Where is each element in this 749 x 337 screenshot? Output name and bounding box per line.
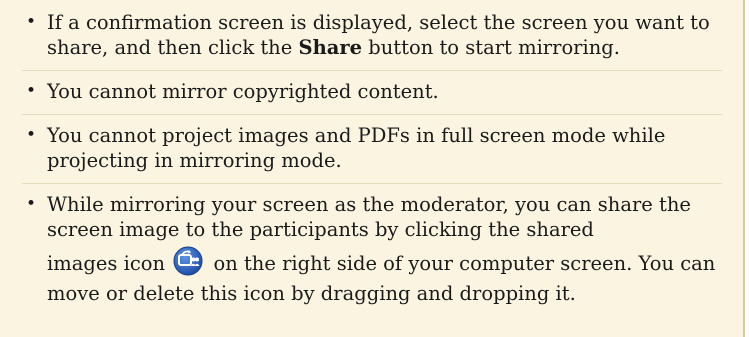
note-list: • If a confirmation screen is displayed,… — [22, 10, 722, 315]
note-text: You cannot mirror copyrighted content. — [47, 80, 439, 103]
list-item: • While mirroring your screen as the mod… — [22, 184, 722, 315]
bullet: • — [26, 81, 37, 101]
shared-images-icon — [173, 246, 203, 276]
bullet: • — [26, 12, 37, 32]
note-box: • If a confirmation screen is displayed,… — [0, 0, 745, 337]
note-text: You cannot project images and PDFs in fu… — [47, 124, 666, 172]
list-item: • You cannot mirror copyrighted content. — [22, 71, 722, 115]
icon-line: images icon on the right side of your co… — [47, 246, 722, 309]
note-text: images icon — [47, 252, 166, 275]
list-item: • You cannot project images and PDFs in … — [22, 115, 722, 184]
note-text: While mirroring your screen as the moder… — [47, 193, 691, 241]
note-text: button to start mirroring. — [362, 36, 620, 59]
share-button-label: Share — [298, 36, 363, 59]
bullet: • — [26, 194, 37, 214]
list-item: • If a confirmation screen is displayed,… — [22, 10, 722, 71]
bullet: • — [26, 125, 37, 145]
